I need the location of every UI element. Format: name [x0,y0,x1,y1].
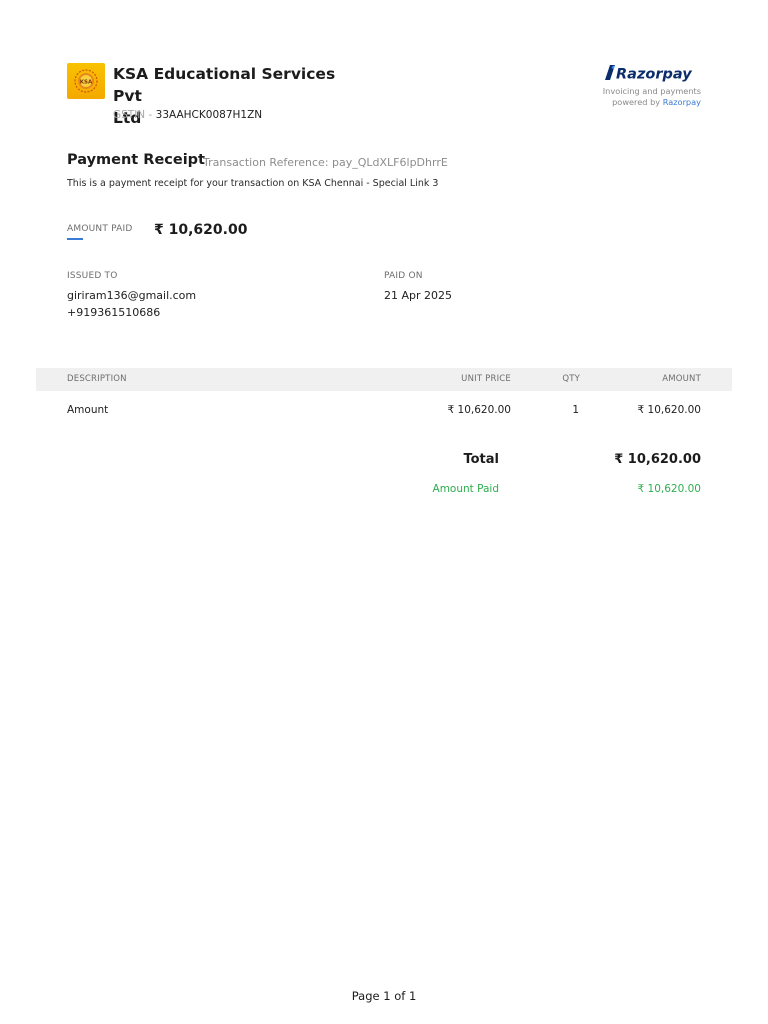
paid-on-label: PAID ON [384,271,423,281]
merchant-gstin: GSTIN - 33AAHCK0087H1ZN [113,109,262,121]
svg-text:Razorpay: Razorpay [616,67,692,83]
total-value: ₹ 10,620.00 [614,452,701,467]
receipt-description: This is a payment receipt for your trans… [67,178,439,189]
razorpay-logo: Razorpay [604,63,702,83]
merchant-logo: KSA [67,63,105,99]
amount-paid-label: AMOUNT PAID [67,224,133,234]
column-header-unit-price: UNIT PRICE [461,374,511,384]
summary-amount-paid-value: ₹ 10,620.00 [637,483,701,495]
page-title: Payment Receipt [67,152,205,168]
merchant-name-line-1: KSA Educational Services Pvt [113,65,336,105]
paid-on-date: 21 Apr 2025 [384,289,453,302]
column-header-qty: QTY [562,374,580,384]
provider-tagline: Invoicing and payments powered by Razorp… [603,86,701,108]
page-number: Page 1 of 1 [351,989,417,1003]
provider-powered-by: powered by Razorpay [603,97,701,108]
issued-to-email: giriram136@gmail.com [67,289,197,302]
table-row-qty: 1 [572,404,579,416]
table-row-unit-price: ₹ 10,620.00 [447,404,511,416]
issued-to-phone: +919361510686 [67,306,161,319]
svg-text:KSA: KSA [80,80,93,86]
column-header-description: DESCRIPTION [67,374,127,384]
gstin-value: 33AAHCK0087H1ZN [155,109,263,121]
summary-amount-paid-label: Amount Paid [432,483,499,495]
table-row-amount: ₹ 10,620.00 [637,404,701,416]
gstin-label: GSTIN - [113,109,153,121]
amount-paid-value: ₹ 10,620.00 [154,222,248,238]
table-row-description: Amount [67,404,109,416]
powered-by-brand-link[interactable]: Razorpay [663,97,701,107]
table-header [36,368,732,391]
powered-by-prefix: powered by [612,97,661,107]
amount-paid-underline [67,238,83,240]
column-header-amount: AMOUNT [662,374,701,384]
merchant-logo-emblem: KSA [74,69,98,93]
issued-to-label: ISSUED TO [67,271,118,281]
transaction-reference: Transaction Reference: pay_QLdXLF6lpDhrr… [203,156,448,169]
provider-tagline-line: Invoicing and payments [602,86,701,96]
razorpay-logo-icon: Razorpay [605,65,692,83]
total-label: Total [463,452,499,467]
